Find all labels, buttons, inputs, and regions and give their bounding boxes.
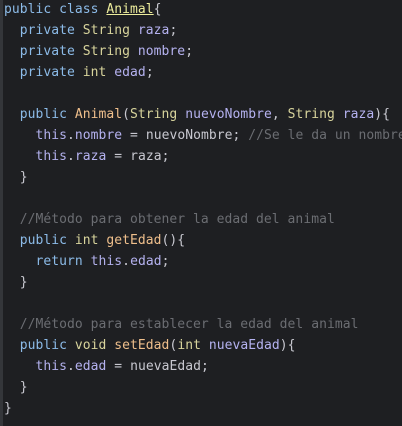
code-line[interactable]: } (4, 377, 402, 398)
code-token: setEdad (114, 338, 170, 353)
code-token: this (4, 359, 68, 374)
code-line[interactable] (4, 188, 402, 209)
code-token: nombre (74, 128, 123, 143)
code-line[interactable] (4, 83, 402, 104)
code-token: raza (137, 23, 170, 38)
code-token: private (4, 23, 83, 38)
code-token: int (177, 338, 209, 353)
code-line[interactable]: private int edad; (4, 62, 402, 83)
code-token: ; (145, 65, 154, 80)
code-line[interactable]: //Método para establecer la edad del ani… (4, 314, 402, 335)
code-line[interactable] (4, 293, 402, 314)
code-token: public class (4, 2, 107, 17)
code-token: nuevoNombre (185, 107, 272, 122)
code-token: ; (161, 254, 170, 269)
code-line[interactable]: public class Animal{ (4, 0, 402, 20)
code-token: (){ (161, 233, 186, 248)
code-token: this (4, 149, 68, 164)
code-token: nuevaEdad (130, 359, 201, 374)
code-token: nuevaEdad (208, 338, 280, 353)
code-token: public (4, 338, 75, 353)
code-line[interactable]: public Animal(String nuevoNombre, String… (4, 104, 402, 125)
code-token: . (67, 128, 75, 143)
code-token: String (130, 107, 186, 122)
code-token: edad (130, 254, 162, 269)
code-comment: //Método para establecer la edad del ani… (4, 317, 359, 332)
code-token: String (82, 44, 138, 59)
code-line[interactable]: private String nombre; (4, 41, 402, 62)
code-token: ; (232, 128, 249, 143)
code-token: = (106, 149, 131, 164)
code-token: ( (122, 107, 131, 122)
code-token: raza (342, 107, 375, 122)
code-token: private (4, 44, 83, 59)
code-token: = (106, 359, 131, 374)
code-token: nombre (137, 44, 186, 59)
code-token: Animal (74, 107, 123, 122)
code-token: String (287, 107, 343, 122)
code-token: . (67, 359, 75, 374)
code-token: raza (74, 149, 107, 164)
code-token: nuevoNombre (145, 128, 233, 143)
code-token: return (4, 254, 91, 269)
code-line[interactable]: } (4, 272, 402, 293)
code-token: raza (130, 149, 162, 164)
code-line[interactable]: } (4, 167, 402, 188)
code-token: this (90, 254, 123, 269)
code-token: int (74, 233, 107, 248)
code-token: String (82, 23, 138, 38)
code-line[interactable]: public int getEdad(){ (4, 230, 402, 251)
code-token: } (4, 380, 28, 395)
code-token: . (122, 254, 131, 269)
code-comment: //Se le da un nombre (248, 128, 402, 143)
code-line[interactable]: private String raza; (4, 20, 402, 41)
code-token: private (4, 65, 83, 80)
code-token: edad (114, 65, 146, 80)
code-comment: //Método para obtener la edad del animal (4, 212, 335, 227)
code-line[interactable]: //Método para obtener la edad del animal (4, 209, 402, 230)
code-token: edad (74, 359, 107, 374)
code-token: , (271, 107, 288, 122)
code-area[interactable]: public class Animal{ private String raza… (4, 0, 402, 419)
code-token: ){ (279, 338, 296, 353)
code-token: ; (169, 23, 178, 38)
code-token: ; (185, 44, 194, 59)
code-editor[interactable]: public class Animal{ private String raza… (0, 0, 402, 426)
code-token: ; (161, 149, 170, 164)
code-line[interactable]: return this.edad; (4, 251, 402, 272)
code-token: . (67, 149, 75, 164)
code-token: public (4, 107, 75, 122)
code-token: } (4, 275, 28, 290)
code-token: ; (200, 359, 209, 374)
code-token: { (153, 2, 162, 17)
code-token: Animal (106, 2, 154, 17)
code-token: ){ (374, 107, 391, 122)
code-token: } (4, 401, 12, 416)
code-token: public (4, 233, 75, 248)
code-line[interactable]: this.edad = nuevaEdad; (4, 356, 402, 377)
code-token: this (4, 128, 68, 143)
code-token: } (4, 170, 28, 185)
code-line[interactable]: public void setEdad(int nuevaEdad){ (4, 335, 402, 356)
code-token: int (82, 65, 115, 80)
code-line[interactable]: this.raza = raza; (4, 146, 402, 167)
code-line[interactable]: this.nombre = nuevoNombre; //Se le da un… (4, 125, 402, 146)
code-token: getEdad (106, 233, 162, 248)
code-line[interactable]: } (4, 398, 402, 419)
code-token: void (74, 338, 115, 353)
code-token: = (122, 128, 146, 143)
